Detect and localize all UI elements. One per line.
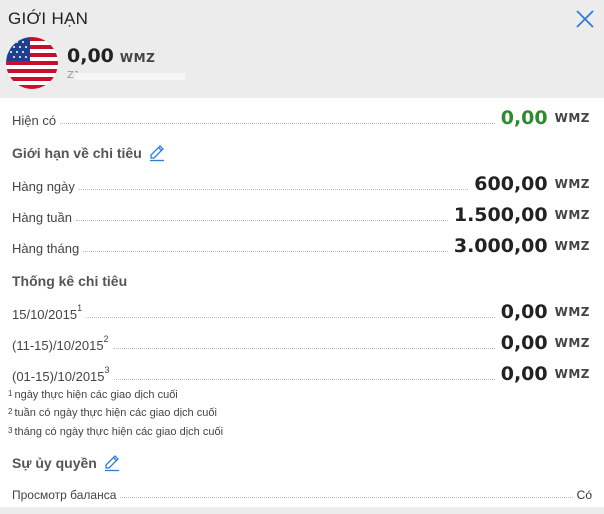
dotted-leader <box>76 220 448 221</box>
footnote: 3 tháng có ngày thực hiện các giao dịch c… <box>8 426 224 438</box>
stats-currency: WMZ <box>554 367 590 381</box>
stats-value: 0,00 <box>500 301 548 323</box>
stats-label: 15/10/20151 <box>12 303 83 322</box>
purse-balance: 0,00 WMZ <box>67 45 155 67</box>
purse-currency: WMZ <box>119 51 156 65</box>
limit-label: Hàng tuần <box>12 210 72 225</box>
stats-label: (11-15)/10/20152 <box>12 334 109 353</box>
permission-value: Có <box>576 488 592 502</box>
dialog-title: GIỚI HẠN <box>8 9 89 28</box>
limit-value: 3.000,00 <box>453 235 548 257</box>
limit-row-monthly: Hàng tháng 3.000,00 WMZ <box>12 236 590 256</box>
dotted-leader <box>86 317 495 318</box>
stats-row-day: 15/10/20151 0,00 WMZ <box>12 302 590 322</box>
purse-number: Z1 <box>67 70 187 82</box>
available-label: Hiện có <box>12 113 57 128</box>
footnote: 1 ngày thực hiện các giao dịch cuối <box>8 389 178 401</box>
limit-currency: WMZ <box>554 208 590 222</box>
dotted-leader <box>112 348 495 349</box>
limit-value: 600,00 <box>474 173 548 195</box>
available-currency: WMZ <box>554 111 590 125</box>
dotted-leader <box>78 189 469 190</box>
edit-pencil-icon[interactable] <box>148 144 166 162</box>
limit-label: Hàng ngày <box>12 179 75 194</box>
limit-label: Hàng tháng <box>12 241 80 256</box>
close-icon[interactable] <box>574 8 596 30</box>
stats-section-title: Thống kê chi tiêu <box>12 273 127 289</box>
dotted-leader <box>113 379 495 380</box>
permission-label: Просмотр баланса <box>12 488 117 502</box>
stats-title: Thống kê chi tiêu <box>12 273 128 289</box>
us-flag-icon <box>6 37 58 89</box>
limit-row-weekly: Hàng tuần 1.500,00 WMZ <box>12 205 590 225</box>
authorization-section-title: Sự ủy quyền <box>12 454 121 472</box>
authorization-title: Sự ủy quyền <box>12 455 97 471</box>
available-row: Hiện có 0,00 WMZ <box>12 108 590 128</box>
dialog-bottom-strip <box>0 507 604 514</box>
limit-row-daily: Hàng ngày 600,00 WMZ <box>12 174 590 194</box>
permission-row-view-balance: Просмотр баланса Có <box>12 484 592 502</box>
limit-value: 1.500,00 <box>453 204 548 226</box>
stats-currency: WMZ <box>554 305 590 319</box>
edit-pencil-icon[interactable] <box>103 454 121 472</box>
purse-balance-value: 0,00 <box>67 45 114 67</box>
stats-value: 0,00 <box>500 332 548 354</box>
stats-label: (01-15)/10/20153 <box>12 365 110 384</box>
stats-currency: WMZ <box>554 336 590 350</box>
stats-value: 0,00 <box>500 363 548 385</box>
purse-number-redaction <box>75 73 185 80</box>
stats-row-month: (01-15)/10/20153 0,00 WMZ <box>12 364 590 384</box>
stats-row-week: (11-15)/10/20152 0,00 WMZ <box>12 333 590 353</box>
limits-title: Giới hạn về chi tiêu <box>12 145 142 161</box>
dotted-leader <box>83 251 448 252</box>
limit-currency: WMZ <box>554 177 590 191</box>
limits-section-title: Giới hạn về chi tiêu <box>12 144 166 162</box>
dialog-header: GIỚI HẠN 0,00 WMZ Z1 <box>0 0 604 98</box>
available-value: 0,00 <box>500 107 548 129</box>
limit-currency: WMZ <box>554 239 590 253</box>
dotted-leader <box>60 123 495 124</box>
footnote: 2 tuần có ngày thực hiện các giao dịch cu… <box>8 407 217 419</box>
dotted-leader <box>120 497 573 498</box>
